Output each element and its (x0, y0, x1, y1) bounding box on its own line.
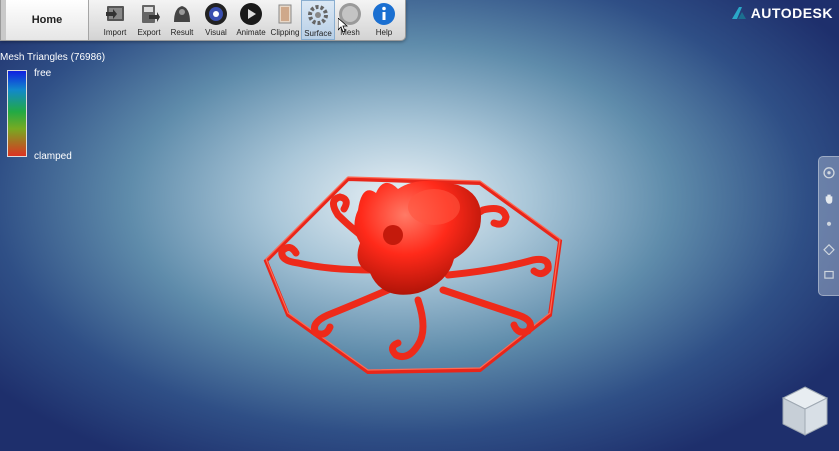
import-button[interactable]: Import (98, 0, 132, 40)
animate-icon (240, 3, 262, 25)
visual-icon (205, 3, 227, 25)
steering-wheel-icon[interactable] (822, 167, 836, 179)
help-icon (373, 3, 395, 25)
legend-top-label: free (34, 68, 52, 79)
orbit-icon[interactable] (822, 218, 836, 230)
visual-button[interactable]: Visual (199, 0, 233, 40)
result-label: Result (170, 28, 194, 37)
surface-icon (308, 5, 328, 25)
import-label: Import (103, 28, 127, 37)
export-button[interactable]: Export (132, 0, 166, 40)
legend-color-bar (7, 70, 27, 157)
legend-title: Mesh Triangles (76986) (0, 52, 106, 63)
export-icon (142, 5, 160, 23)
visual-label: Visual (205, 28, 227, 37)
result-button[interactable]: Result (165, 0, 199, 40)
autodesk-logo: AUTODESK (731, 5, 833, 21)
legend-bottom-label: clamped (34, 151, 72, 162)
surface-label: Surface (304, 29, 332, 38)
navigation-bar (818, 156, 839, 296)
animate-label: Animate (236, 28, 266, 37)
animate-button[interactable]: Animate (234, 0, 268, 40)
home-tab[interactable]: Home (1, 0, 89, 40)
clipping-button[interactable]: Clipping (268, 0, 302, 40)
clipping-icon (278, 4, 292, 24)
mouse-cursor-icon (338, 18, 348, 32)
help-label: Help (375, 28, 393, 37)
octopus-3d-model[interactable] (258, 165, 568, 379)
look-icon[interactable] (822, 269, 836, 281)
zoom-icon[interactable] (822, 243, 836, 256)
clipping-label: Clipping (270, 28, 300, 37)
export-label: Export (137, 28, 161, 37)
import-icon (106, 6, 124, 21)
surface-button[interactable]: Surface (301, 0, 335, 40)
brand-name: AUTODESK (750, 5, 833, 21)
pan-hand-icon[interactable] (822, 193, 836, 205)
result-icon (174, 6, 190, 22)
viewcube-icon[interactable] (781, 385, 829, 437)
autodesk-logo-icon (731, 7, 746, 19)
help-button[interactable]: Help (367, 0, 401, 40)
